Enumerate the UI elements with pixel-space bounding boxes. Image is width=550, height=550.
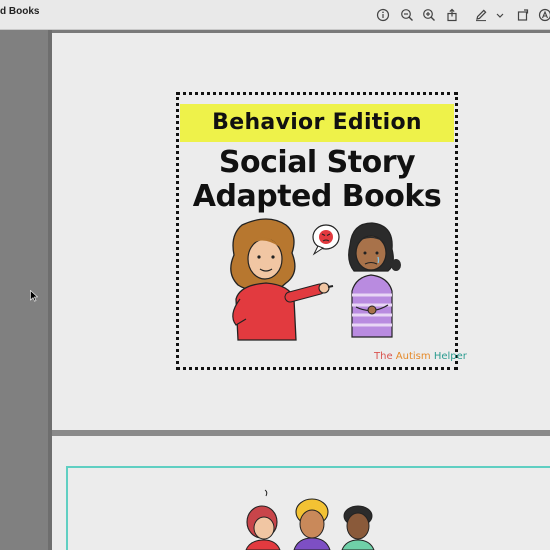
- rotate-icon[interactable]: [516, 8, 530, 22]
- chevron-down-icon[interactable]: [495, 8, 505, 22]
- edition-banner: Behavior Edition: [180, 104, 454, 142]
- book-title: Social Story Adapted Books: [176, 146, 458, 214]
- kid-red-hair-figure: [245, 489, 281, 550]
- window-title: d Books: [0, 6, 40, 17]
- publisher-word-1: The: [374, 351, 393, 362]
- kid-blonde-hair-figure: [293, 498, 331, 550]
- mouse-pointer-icon: [30, 290, 38, 302]
- publisher-logo: The Autism Helper: [374, 351, 467, 362]
- kid-dark-hair-figure: [341, 505, 375, 550]
- edition-label: Behavior Edition: [212, 110, 422, 135]
- cover-illustration: [230, 218, 401, 341]
- share-icon[interactable]: [445, 8, 459, 22]
- annotate-icon[interactable]: [538, 8, 550, 22]
- title-line-1: Social Story: [218, 145, 416, 180]
- title-line-2: Adapted Books: [192, 179, 442, 214]
- zoom-in-icon[interactable]: [422, 8, 436, 22]
- thumbnail-sidebar[interactable]: [0, 30, 52, 550]
- toolbar: d Books: [0, 0, 550, 30]
- page-2-illustration: [245, 489, 375, 550]
- angry-speech-bubble: [312, 224, 340, 256]
- info-icon[interactable]: [376, 8, 390, 22]
- zoom-out-icon[interactable]: [400, 8, 414, 22]
- publisher-word-2: Autism: [395, 351, 431, 362]
- markup-pen-icon[interactable]: [474, 8, 488, 22]
- publisher-word-3: Helper: [433, 351, 467, 362]
- sad-girl-figure: [348, 222, 401, 338]
